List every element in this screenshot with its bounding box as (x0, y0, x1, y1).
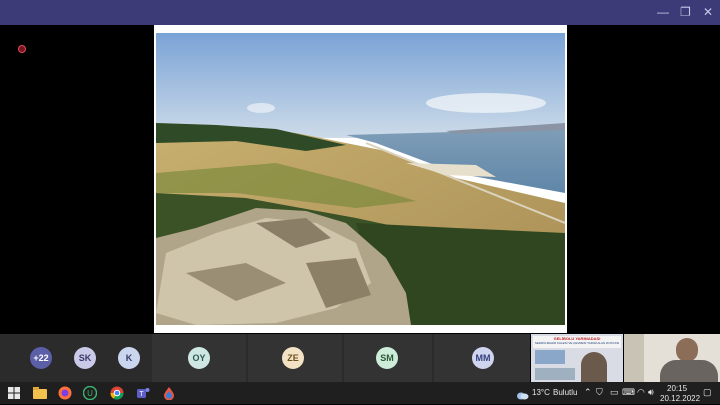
clock-time[interactable]: 20:15 (667, 384, 687, 393)
windows-start-icon[interactable] (8, 386, 22, 400)
room-background (624, 334, 644, 382)
weather-temperature: 13°C (532, 388, 550, 397)
shared-screen-slide (154, 25, 567, 333)
keyboard-icon[interactable]: ⌨ (622, 387, 635, 398)
more-participants-avatar[interactable]: +22 (30, 347, 52, 369)
notification-icon[interactable]: ▢ (703, 387, 712, 398)
avatar[interactable]: SM (376, 347, 398, 369)
svg-text:T: T (139, 391, 144, 398)
presentation-banner: GELİBOLU YARIMADASI SEDDÜLBAHİR KALESİ V… (533, 336, 621, 348)
clock-date[interactable]: 20.12.2022 (660, 394, 700, 403)
upwork-icon[interactable]: U (82, 385, 98, 401)
chrome-icon[interactable] (110, 386, 124, 400)
vpn-shield-icon[interactable]: ⛉ (596, 387, 603, 398)
volume-icon[interactable]: 🔊︎ (648, 387, 654, 398)
app-drop-icon[interactable] (162, 386, 176, 401)
battery-icon[interactable]: ▭ (610, 387, 619, 398)
landscape-photo (156, 33, 565, 325)
weather-condition: Bulutlu (553, 388, 578, 397)
presentation-thumbnail (535, 350, 565, 364)
chevron-up-icon[interactable]: ⌃ (584, 387, 592, 398)
presenter-silhouette (581, 352, 607, 382)
svg-text:U: U (87, 389, 93, 398)
firefox-icon[interactable] (58, 386, 72, 400)
cloud-weather-icon[interactable] (516, 387, 529, 400)
camera-person-body (660, 360, 718, 382)
minimize-button[interactable]: — (657, 5, 669, 19)
close-button[interactable]: ✕ (703, 5, 713, 19)
window-title-bar: — ❐ ✕ (0, 0, 720, 25)
file-explorer-icon[interactable] (33, 386, 47, 400)
restore-button[interactable]: ❐ (680, 5, 691, 19)
participant-video-camera[interactable] (624, 334, 720, 382)
avatar[interactable]: MM (472, 347, 494, 369)
banner-subtitle: SEDDÜLBAHİR KALESİ VE ÇEVRESİ TARİHİ ALA… (534, 341, 620, 345)
avatar[interactable]: SK (74, 347, 96, 369)
recording-indicator-icon (18, 45, 26, 53)
windows-taskbar: U T 13°C Bulutlu ⌃ ⛉ ▭ ⌨ ◠ 🔊︎ 20:15 20.1… (0, 382, 720, 404)
camera-person-head (676, 338, 698, 362)
participant-video-shared[interactable]: GELİBOLU YARIMADASI SEDDÜLBAHİR KALESİ V… (531, 334, 623, 382)
teams-icon[interactable]: T (136, 386, 150, 400)
avatar[interactable]: ZE (282, 347, 304, 369)
presentation-photo (535, 368, 575, 380)
avatar[interactable]: OY (188, 347, 210, 369)
avatar[interactable]: K (118, 347, 140, 369)
wifi-icon[interactable]: ◠ (637, 387, 645, 398)
participant-strip: +22 SK K OY ZE SM MM (0, 334, 530, 382)
